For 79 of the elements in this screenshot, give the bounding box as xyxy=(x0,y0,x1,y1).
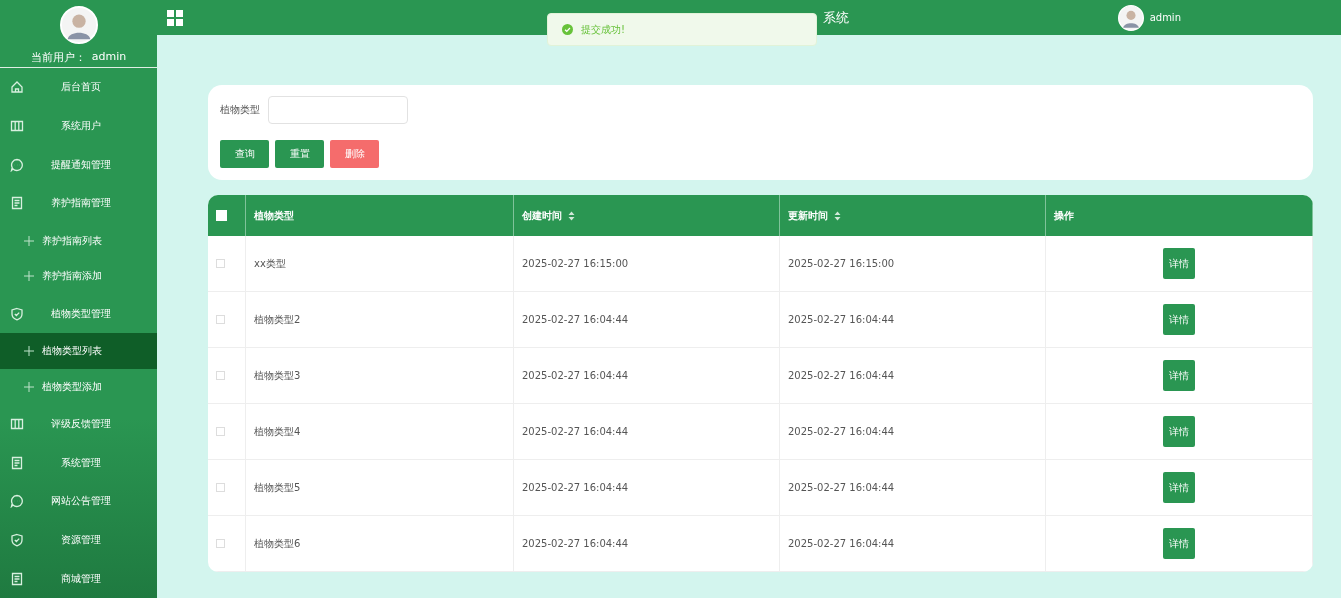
sidebar-subitem[interactable]: 植物类型列表 xyxy=(0,333,157,369)
sidebar-item[interactable]: 网站公告管理 xyxy=(0,481,157,521)
plus-icon xyxy=(24,235,34,246)
chat-icon xyxy=(10,157,24,172)
table-cell: 2025-02-27 16:04:44 xyxy=(522,538,629,549)
shield-icon xyxy=(10,306,24,321)
row-checkbox[interactable] xyxy=(216,371,225,380)
row-checkbox[interactable] xyxy=(216,315,225,324)
table-cell: 植物类型4 xyxy=(254,424,301,439)
plus-icon xyxy=(24,381,34,392)
table-cell: 2025-02-27 16:04:44 xyxy=(788,538,895,549)
sidebar-item[interactable]: 系统管理 xyxy=(0,443,157,482)
action-button[interactable]: 重置 xyxy=(275,140,324,168)
sidebar-item[interactable]: 资源管理 xyxy=(0,520,157,560)
column-header: 操作 xyxy=(1054,208,1074,223)
header-user-name[interactable]: admin xyxy=(1149,12,1181,23)
table-cell: 植物类型2 xyxy=(254,312,301,327)
columns-icon xyxy=(10,416,24,431)
sort-icon[interactable] xyxy=(834,210,841,221)
sidebar-item[interactable]: 养护指南管理 xyxy=(0,184,157,223)
row-checkbox[interactable] xyxy=(216,539,225,548)
table-cell: 2025-02-27 16:04:44 xyxy=(788,370,895,381)
home-icon xyxy=(10,80,24,95)
sidebar-subitem[interactable]: 植物类型添加 xyxy=(0,368,157,405)
toast-message: 提交成功! xyxy=(581,22,625,37)
current-user-name: admin xyxy=(91,50,127,65)
detail-button[interactable]: 详情 xyxy=(1163,304,1195,335)
grid-menu-icon[interactable] xyxy=(167,9,183,26)
action-button[interactable]: 查询 xyxy=(220,140,269,168)
chat-icon xyxy=(10,494,24,509)
table-cell: 2025-02-27 16:04:44 xyxy=(522,314,629,325)
row-checkbox[interactable] xyxy=(216,483,225,492)
sidebar-item[interactable]: 系统用户 xyxy=(0,106,157,146)
app-title: 系统 xyxy=(823,9,849,25)
detail-button[interactable]: 详情 xyxy=(1163,416,1195,447)
table-cell: 植物类型5 xyxy=(254,480,301,495)
table-cell: 2025-02-27 16:15:00 xyxy=(522,258,629,269)
field-label: 植物类型 xyxy=(220,103,260,117)
table-cell: 植物类型3 xyxy=(254,368,301,383)
table-cell: 2025-02-27 16:15:00 xyxy=(788,258,895,269)
select-all-checkbox[interactable] xyxy=(216,210,227,221)
check-circle-icon xyxy=(562,24,573,35)
detail-button[interactable]: 详情 xyxy=(1163,528,1195,559)
table-cell: 2025-02-27 16:04:44 xyxy=(788,482,895,493)
column-header: 更新时间 xyxy=(788,208,828,223)
plus-icon xyxy=(24,345,34,356)
sidebar-item[interactable]: 提醒通知管理 xyxy=(0,145,157,185)
delete-button[interactable]: 删除 xyxy=(330,140,379,168)
table-cell: 2025-02-27 16:04:44 xyxy=(788,426,895,437)
document-icon xyxy=(10,196,24,211)
detail-button[interactable]: 详情 xyxy=(1163,360,1195,391)
sidebar-item[interactable]: 评级反馈管理 xyxy=(0,404,157,444)
column-header: 创建时间 xyxy=(522,208,562,223)
sidebar-item[interactable]: 植物类型管理 xyxy=(0,294,157,333)
sidebar-subitem[interactable]: 养护指南列表 xyxy=(0,222,157,259)
document-icon xyxy=(10,571,24,586)
plant-type-input[interactable] xyxy=(268,96,408,124)
sidebar-item[interactable]: 商城管理 xyxy=(0,559,157,598)
sidebar-item[interactable]: 后台首页 xyxy=(0,68,157,107)
sidebar-subitem[interactable]: 养护指南添加 xyxy=(0,258,157,295)
table-cell: xx类型 xyxy=(254,256,286,271)
detail-button[interactable]: 详情 xyxy=(1163,472,1195,503)
columns-icon xyxy=(10,119,24,134)
table-cell: 植物类型6 xyxy=(254,536,301,551)
current-user-label: 当前用户： xyxy=(30,50,86,65)
document-icon xyxy=(10,455,24,470)
detail-button[interactable]: 详情 xyxy=(1163,248,1195,279)
table-cell: 2025-02-27 16:04:44 xyxy=(522,370,629,381)
avatar-icon xyxy=(1117,4,1144,31)
plus-icon xyxy=(24,271,34,282)
column-header: 植物类型 xyxy=(254,208,294,223)
sort-icon[interactable] xyxy=(568,210,575,221)
shield-icon xyxy=(10,532,24,547)
table-cell: 2025-02-27 16:04:44 xyxy=(522,482,629,493)
table-cell: 2025-02-27 16:04:44 xyxy=(788,314,895,325)
avatar-icon xyxy=(59,6,98,44)
table-cell: 2025-02-27 16:04:44 xyxy=(522,426,629,437)
row-checkbox[interactable] xyxy=(216,259,225,268)
row-checkbox[interactable] xyxy=(216,427,225,436)
